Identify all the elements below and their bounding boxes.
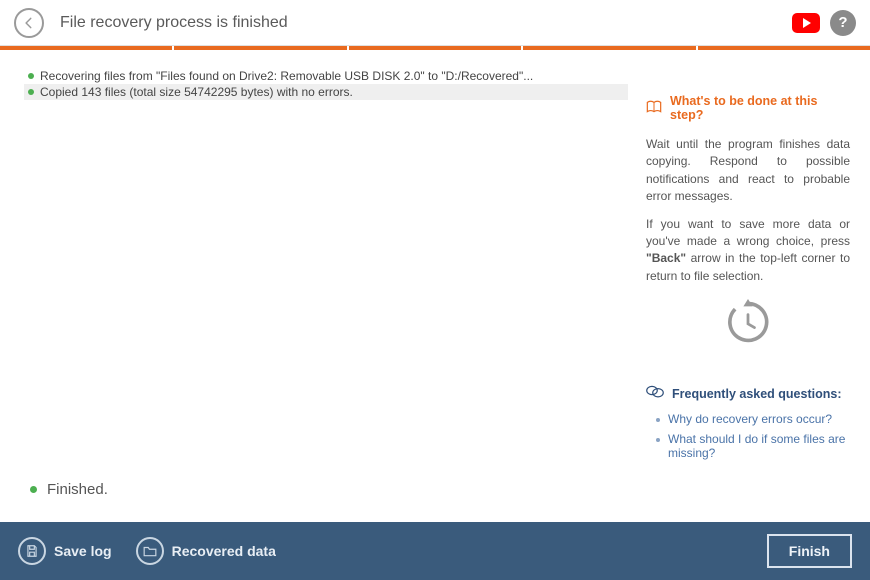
top-bar: File recovery process is finished ? [0,0,870,46]
faq-link[interactable]: What should I do if some files are missi… [656,432,850,460]
save-log-button[interactable]: Save log [18,537,112,565]
top-icons: ? [792,10,856,36]
faq-link[interactable]: Why do recovery errors occur? [656,412,850,426]
status-dot-icon [28,73,34,79]
info-heading: What's to be done at this step? [646,94,850,122]
content-area: Recovering files from "Files found on Dr… [0,50,870,522]
save-log-label: Save log [54,543,112,559]
info-panel: What's to be done at this step? Wait unt… [638,50,870,522]
footer-bar: Save log Recovered data Finish [0,522,870,580]
recovered-data-button[interactable]: Recovered data [136,537,276,565]
finish-label: Finish [789,543,830,559]
back-button[interactable] [14,8,44,38]
status-line: Finished. [24,473,628,512]
faq-heading: Frequently asked questions: [646,385,850,402]
status-dot-icon [30,486,37,493]
info-paragraph: Wait until the program finishes data cop… [646,136,850,206]
log-line: Recovering files from "Files found on Dr… [24,68,628,84]
log-text: Copied 143 files (total size 54742295 by… [40,85,353,99]
clock-spinner-icon [725,299,771,345]
arrow-left-icon [22,16,36,30]
recovered-data-label: Recovered data [172,543,276,559]
page-title: File recovery process is finished [60,14,792,32]
faq-heading-text: Frequently asked questions: [672,387,841,401]
faq-list: Why do recovery errors occur? What shoul… [646,412,850,460]
log-line: Copied 143 files (total size 54742295 by… [24,84,628,100]
log-panel: Recovering files from "Files found on Dr… [0,50,638,522]
book-icon [646,100,662,117]
save-icon [18,537,46,565]
info-heading-text: What's to be done at this step? [670,94,850,122]
faq-icon [646,385,664,402]
log-text: Recovering files from "Files found on Dr… [40,69,533,83]
status-text: Finished. [47,481,108,498]
recovery-log: Recovering files from "Files found on Dr… [24,68,628,100]
info-paragraph: If you want to save more data or you've … [646,216,850,286]
status-dot-icon [28,89,34,95]
folder-icon [136,537,164,565]
help-icon[interactable]: ? [830,10,856,36]
progress-spinner [646,299,850,345]
finish-button[interactable]: Finish [767,534,852,568]
youtube-icon[interactable] [792,13,820,33]
